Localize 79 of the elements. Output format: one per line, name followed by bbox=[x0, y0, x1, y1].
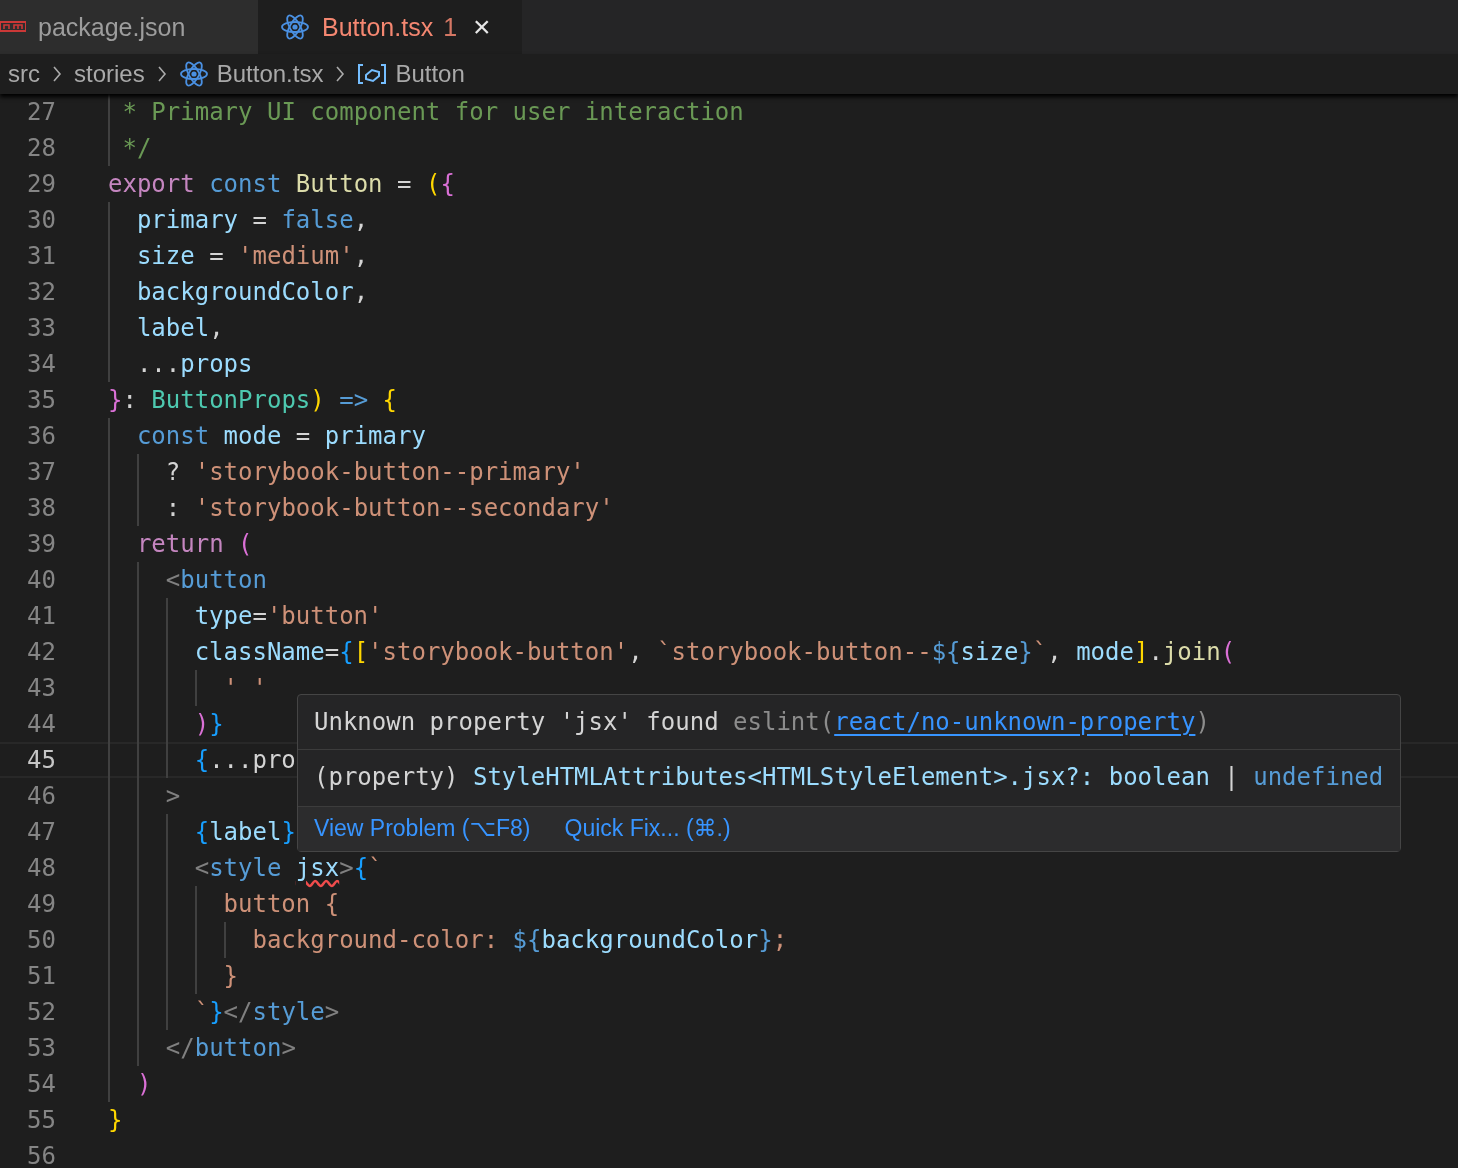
breadcrumb-item[interactable]: stories bbox=[74, 60, 145, 88]
code-line: : 'storybook-button--secondary' bbox=[165, 493, 614, 524]
line-number: 28 bbox=[26, 134, 56, 162]
type-signature: (property) StyleHTMLAttributes<HTMLStyleElement>.jsx?: boolean | undefined bbox=[314, 763, 1384, 791]
line-number: 44 bbox=[26, 710, 56, 738]
line-number: 33 bbox=[26, 314, 56, 342]
code-line: background-color: ${backgroundColor}; bbox=[252, 925, 788, 956]
line-number: 32 bbox=[26, 278, 56, 306]
code-line: */ bbox=[122, 133, 152, 164]
code-line: backgroundColor, bbox=[136, 277, 369, 308]
line-number: 46 bbox=[26, 782, 56, 810]
code-line: const mode = primary bbox=[136, 421, 426, 452]
close-icon[interactable]: × bbox=[473, 10, 491, 44]
code-line: * Primary UI component for user interaction bbox=[122, 97, 744, 128]
code-line: > bbox=[165, 781, 181, 812]
code-line: }: ButtonProps) => { bbox=[108, 385, 397, 416]
line-number: 55 bbox=[26, 1106, 56, 1134]
line-number: 34 bbox=[26, 350, 56, 378]
line-number: 50 bbox=[26, 926, 56, 954]
line-number: 41 bbox=[26, 602, 56, 630]
package-icon bbox=[0, 21, 26, 33]
code-line: } bbox=[223, 961, 238, 992]
code-line: ' ' bbox=[223, 673, 267, 704]
code-line: </button> bbox=[165, 1033, 296, 1064]
code-line: primary = false, bbox=[136, 205, 369, 236]
line-number: 35 bbox=[26, 386, 56, 414]
chevron-icon bbox=[335, 65, 346, 83]
code-line: ) bbox=[136, 1069, 152, 1100]
code-line: type='button' bbox=[194, 601, 383, 632]
code-line: <style jsx>{` bbox=[194, 853, 383, 884]
line-number: 47 bbox=[26, 818, 56, 846]
line-number: 31 bbox=[26, 242, 56, 270]
line-number: 52 bbox=[26, 998, 56, 1026]
action-link[interactable]: Quick Fix... (⌘.) bbox=[564, 813, 731, 843]
line-number: 37 bbox=[26, 458, 56, 486]
editor-tab[interactable]: Button.tsx 1 × bbox=[258, 0, 522, 54]
code-line: return ( bbox=[136, 529, 253, 560]
line-number: 54 bbox=[26, 1070, 56, 1098]
line-number: 30 bbox=[26, 206, 56, 234]
problem-message: Unknown property 'jsx' found eslint(react/no-unknown-property) bbox=[314, 708, 1210, 736]
line-number: 39 bbox=[26, 530, 56, 558]
code-line: )} bbox=[194, 709, 224, 740]
code-line: {label} bbox=[194, 817, 296, 848]
atom-icon bbox=[280, 13, 310, 41]
line-number: 42 bbox=[26, 638, 56, 666]
code-line: label, bbox=[136, 313, 224, 344]
line-number: 53 bbox=[26, 1034, 56, 1062]
line-number: 43 bbox=[26, 674, 56, 702]
breadcrumb-item[interactable]: src bbox=[8, 60, 40, 88]
line-number: 38 bbox=[26, 494, 56, 522]
line-number: 27 bbox=[26, 98, 56, 126]
chevron-icon bbox=[52, 65, 62, 83]
line-number: 51 bbox=[26, 962, 56, 990]
code-line: ...props bbox=[136, 349, 253, 380]
code-line: button { bbox=[223, 889, 340, 920]
symbol-icon bbox=[357, 62, 388, 86]
line-number: 56 bbox=[26, 1142, 56, 1168]
line-number: 48 bbox=[26, 854, 56, 882]
code-line: size = 'medium', bbox=[136, 241, 369, 272]
editor-tab[interactable]: package.json bbox=[0, 0, 258, 54]
action-link[interactable]: View Problem (⌥F8) bbox=[314, 813, 531, 843]
code-line: `}</style> bbox=[194, 997, 340, 1028]
chevron-icon bbox=[156, 65, 167, 83]
code-line: export const Button = ({ bbox=[108, 169, 455, 200]
line-number: 36 bbox=[26, 422, 56, 450]
problem-count: 1 bbox=[443, 12, 458, 42]
line-number: 45 bbox=[26, 746, 56, 774]
breadcrumb-item[interactable]: Button.tsx bbox=[216, 60, 324, 88]
rule-link[interactable]: react/no-unknown-property bbox=[834, 708, 1196, 736]
line-number: 49 bbox=[26, 890, 56, 918]
atom-icon bbox=[178, 60, 209, 88]
line-number: 40 bbox=[26, 566, 56, 594]
breadcrumb-item[interactable]: Button bbox=[395, 60, 465, 88]
code-line: className={['storybook-button', `storybook-button--${size}`, mode].join( bbox=[194, 637, 1236, 668]
code-line: {...pro bbox=[194, 745, 296, 776]
code-line: ? 'storybook-button--primary' bbox=[165, 457, 585, 488]
line-number: 29 bbox=[26, 170, 56, 198]
code-line: } bbox=[108, 1105, 123, 1136]
code-line: <button bbox=[165, 565, 267, 596]
